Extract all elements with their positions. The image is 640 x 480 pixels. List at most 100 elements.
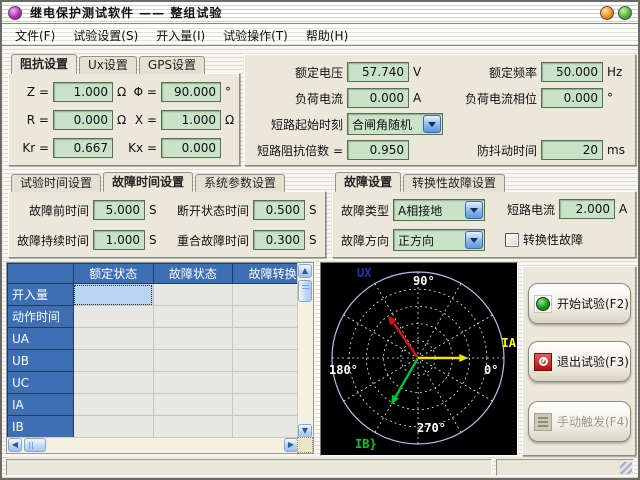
table-cell[interactable] [73,306,153,328]
load-current-phase-input[interactable]: 0.000 [541,88,603,108]
menu-binary-input[interactable]: 开入量(I) [147,25,214,46]
table-cell[interactable] [153,372,233,394]
manual-trigger-label: 手动触发(F4) [557,413,629,430]
table-cell[interactable] [153,416,233,438]
fault-type-label: 故障类型 [339,202,389,219]
fault-direction-label: 故障方向 [339,232,389,249]
chevron-down-icon[interactable] [423,115,441,133]
load-current-input[interactable]: 0.000 [347,88,409,108]
table-row-header[interactable]: IA [8,394,74,416]
vertical-scrollbar[interactable]: ▲ ▼ [297,263,313,439]
time-tab-strip: 试验时间设置 故障时间设置 系统参数设置 [11,173,285,192]
horizontal-scroll-thumb[interactable] [24,438,46,452]
table-row-header[interactable]: UC [8,372,74,394]
table-cell[interactable] [73,284,153,306]
table-row-header[interactable]: UA [8,328,74,350]
table-cell[interactable] [153,284,233,306]
r-input[interactable]: 0.000 [53,110,113,130]
rated-frequency-input[interactable]: 50.000 [541,62,603,82]
chevron-down-icon[interactable] [465,231,483,249]
scroll-right-icon[interactable]: ▶ [284,438,298,452]
convertible-fault-label: 转换性故障 [523,231,583,248]
scroll-down-icon[interactable]: ▼ [298,424,312,438]
window-title: 继电保护测试软件 —— 整组试验 [30,4,222,21]
table-row: UA [8,328,313,350]
tab-system-parameter-settings[interactable]: 系统参数设置 [195,174,285,192]
fault-type-dropdown[interactable]: A相接地 [393,199,485,221]
menu-file[interactable]: 文件(F) [6,25,64,46]
table-row-header[interactable]: IB [8,416,74,438]
table-cell[interactable] [73,394,153,416]
table-cell[interactable] [153,306,233,328]
tab-test-time-settings[interactable]: 试验时间设置 [11,174,101,192]
table-row-header[interactable]: UB [8,350,74,372]
menu-test-operation[interactable]: 试验操作(T) [214,25,297,46]
x-input[interactable]: 1.000 [161,110,221,130]
rated-voltage-input[interactable]: 57.740 [347,62,409,82]
table-row-header[interactable]: 动作时间 [8,306,74,328]
scroll-up-icon[interactable]: ▲ [298,264,312,278]
menu-test-settings[interactable]: 试验设置(S) [64,25,147,46]
table-column-header[interactable]: 故障状态 [153,264,233,284]
tab-gps-settings[interactable]: GPS设置 [139,56,205,74]
vertical-scroll-thumb[interactable] [298,280,312,302]
fault-duration-input[interactable]: 1.000 [93,230,145,250]
rated-frequency-unit: Hz [607,65,622,79]
table-cell[interactable] [153,350,233,372]
title-bar[interactable]: 继电保护测试软件 —— 整组试验 [2,2,638,24]
fault-time-settings-panel: 试验时间设置 故障时间设置 系统参数设置 故障前时间 5.000 S 断开状态时… [8,191,326,258]
table-corner-header[interactable] [8,264,74,284]
exit-test-button[interactable]: 退出试验(F3) [528,341,631,382]
table-cell[interactable] [73,372,153,394]
pre-fault-time-label: 故障前时间 [15,202,89,219]
io-state-grid: 额定状态故障状态故障转换开入量动作时间UAUBUCIAIBIC ▲ ▼ ◀ ▶ [6,262,314,454]
scroll-left-icon[interactable]: ◀ [8,438,22,452]
pre-fault-time-input[interactable]: 5.000 [93,200,145,220]
kr-input[interactable]: 0.667 [53,138,113,158]
menu-help[interactable]: 帮助(H) [297,25,357,46]
debounce-time-input[interactable]: 20 [541,140,603,160]
tab-fault-settings[interactable]: 故障设置 [335,172,401,192]
short-circuit-current-input[interactable]: 2.000 [559,199,615,219]
x-label: X = [125,113,157,127]
table-row: UC [8,372,313,394]
tab-impedance-settings[interactable]: 阻抗设置 [11,54,77,74]
table-row: 动作时间 [8,306,313,328]
tab-fault-time-settings[interactable]: 故障时间设置 [103,172,193,192]
debounce-time-label: 防抖动时间 [427,142,537,159]
impedance-multiple-input[interactable]: 0.950 [347,140,409,160]
start-test-button[interactable]: 开始试验(F2) [528,283,631,324]
rated-frequency-label: 额定频率 [427,64,537,81]
tab-ux-settings[interactable]: Ux设置 [79,56,137,74]
table-column-header[interactable]: 额定状态 [73,264,153,284]
z-input[interactable]: 1.000 [53,82,113,102]
manual-trigger-button: 手动触发(F4) [528,401,631,442]
short-circuit-start-label: 短路起始时刻 [249,116,343,133]
start-green-orb-icon [534,295,552,313]
chevron-down-icon[interactable] [465,201,483,219]
table-cell[interactable] [73,328,153,350]
table-cell[interactable] [73,416,153,438]
table-cell[interactable] [73,350,153,372]
kr-label: Kr = [15,141,49,155]
table-cell[interactable] [153,328,233,350]
kx-input[interactable]: 0.000 [161,138,221,158]
horizontal-scrollbar[interactable]: ◀ ▶ [7,437,299,453]
phi-input[interactable]: 90.000 [161,82,221,102]
minimize-orb-icon[interactable] [600,6,614,20]
table-row-header[interactable]: 开入量 [8,284,74,306]
close-orb-icon[interactable] [618,6,632,20]
table-cell[interactable] [153,394,233,416]
resize-grip[interactable] [620,462,632,474]
tab-convertible-fault-settings[interactable]: 转换性故障设置 [403,174,505,192]
app-window: 继电保护测试软件 —— 整组试验 文件(F) 试验设置(S) 开入量(I) 试验… [0,0,640,480]
convertible-fault-checkbox[interactable] [505,233,519,247]
reclose-fault-time-unit: S [309,233,317,247]
reclose-fault-time-input[interactable]: 0.300 [253,230,305,250]
open-state-time-input[interactable]: 0.500 [253,200,305,220]
short-circuit-start-dropdown[interactable]: 合闸角随机 [347,113,443,135]
short-circuit-current-label: 短路电流 [505,201,555,218]
fault-direction-dropdown[interactable]: 正方向 [393,229,485,251]
app-icon[interactable] [8,6,22,20]
exit-test-label: 退出试验(F3) [557,353,629,370]
